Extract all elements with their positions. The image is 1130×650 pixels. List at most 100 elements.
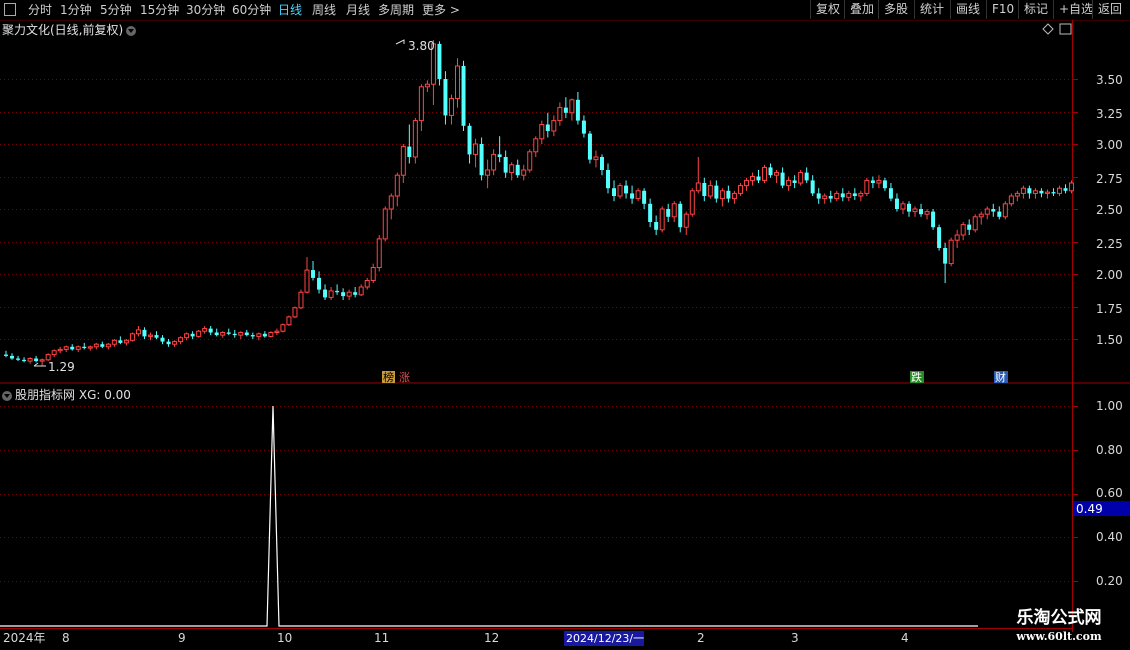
candle-body-51 (311, 270, 316, 278)
y-tick-1.50: 1.50 (1096, 333, 1123, 347)
ind-y-tick-1.00: 1.00 (1096, 399, 1123, 413)
candle-body-124 (749, 176, 755, 181)
event-marker-cai[interactable]: 财 (995, 370, 1006, 384)
watermark-line2: www.60lt.com (1016, 630, 1102, 643)
indicator-grid (0, 406, 1078, 582)
candle-body-122 (737, 185, 743, 194)
candle-body-156 (943, 248, 948, 264)
candle-body-5 (34, 358, 39, 362)
candle-body-39 (238, 332, 244, 336)
x-label-10: 10 (277, 631, 292, 645)
x-label-11: 11 (374, 631, 389, 645)
candle-body-139 (840, 193, 845, 198)
candle-body-41 (250, 335, 255, 337)
candle-body-141 (852, 193, 857, 196)
candle-body-101 (612, 188, 617, 196)
y-tick-2.25: 2.25 (1096, 237, 1123, 251)
candle-body-158 (954, 234, 960, 241)
kline-chart[interactable]: 3.80 1.29 榜 涨 跌 财 3.50 3.25 3.00 2.75 2.… (0, 0, 1130, 650)
candle-body-6 (39, 359, 45, 362)
candle-body-67 (407, 146, 412, 157)
candle-body-45 (274, 330, 280, 334)
candle-body-22 (135, 329, 141, 335)
candle-body-90 (545, 124, 550, 131)
candle-body-26 (160, 337, 165, 342)
candle-body-83 (503, 157, 508, 173)
candle-body-138 (834, 192, 840, 200)
candle-body-103 (624, 185, 629, 194)
candle-body-111 (671, 203, 677, 218)
candle-body-148 (894, 198, 899, 209)
candle-body-176 (1063, 188, 1068, 191)
candle-body-53 (323, 289, 328, 298)
candle-body-58 (353, 292, 358, 295)
candle-body-149 (900, 203, 906, 210)
y-tick-3.00: 3.00 (1096, 138, 1123, 152)
candle-body-64 (388, 195, 394, 210)
candle-body-131 (792, 180, 797, 183)
candle-body-50 (304, 269, 310, 293)
candle-body-27 (166, 341, 171, 345)
candle-body-70 (424, 83, 430, 88)
candle-body-16 (100, 344, 105, 347)
x-label-12: 12 (484, 631, 499, 645)
candle-body-113 (683, 213, 689, 228)
indicator-panel-header: 股朋指标网 XG: 0.00 (2, 386, 131, 402)
candle-body-8 (51, 350, 57, 356)
candle-body-144 (870, 180, 875, 183)
indicator-dropdown-icon[interactable] (2, 390, 12, 401)
candle-body-170 (1027, 188, 1032, 194)
candle-body-102 (617, 185, 623, 197)
candle-body-88 (533, 138, 539, 153)
candle-body-60 (364, 280, 370, 288)
candle-body-63 (382, 208, 388, 240)
candle-body-36 (220, 332, 226, 336)
candle-body-121 (731, 192, 737, 200)
candle-body-130 (786, 179, 792, 187)
low-pointer-icon (33, 362, 46, 367)
candle-body-31 (190, 333, 195, 337)
x-label-9: 9 (178, 631, 186, 645)
panel-toggle-icon[interactable] (1059, 23, 1072, 35)
candle-body-1 (10, 355, 15, 359)
candle-body-52 (317, 277, 322, 290)
cursor-value-label: 0.49 (1076, 502, 1103, 516)
candle-body-133 (804, 172, 809, 181)
title-dropdown-icon[interactable] (126, 25, 137, 36)
candle-body-98 (593, 156, 599, 161)
candle-body-143 (864, 179, 870, 194)
candle-body-129 (780, 172, 785, 186)
candle-body-37 (226, 332, 231, 334)
candle-body-119 (719, 190, 725, 200)
candle-body-0 (4, 354, 8, 356)
event-marker-zhang[interactable]: 涨 (399, 371, 410, 384)
event-marker-bang[interactable]: 榜 (383, 370, 394, 384)
indicator-value: XG: 0.00 (78, 388, 131, 402)
candle-body-110 (666, 209, 671, 217)
candle-body-115 (695, 182, 701, 192)
candle-body-167 (1008, 195, 1014, 205)
candle-body-66 (400, 146, 406, 176)
candle-body-74 (448, 98, 454, 116)
diamond-icon[interactable] (1042, 23, 1054, 35)
event-marker-die[interactable]: 跌 (911, 370, 922, 384)
candle-body-154 (931, 211, 936, 228)
candle-body-134 (810, 180, 815, 194)
y-tick-1.75: 1.75 (1096, 302, 1123, 316)
y-tick-3.25: 3.25 (1096, 107, 1123, 121)
candle-body-174 (1051, 192, 1056, 194)
candle-body-164 (991, 209, 996, 212)
candle-body-55 (335, 290, 340, 293)
candle-body-165 (997, 211, 1002, 217)
candle-body-24 (147, 334, 153, 337)
candle-body-162 (978, 213, 984, 218)
candle-body-68 (412, 120, 418, 158)
candle-body-93 (563, 107, 568, 113)
candle-body-150 (907, 203, 911, 212)
candle-body-92 (557, 107, 563, 122)
candle-body-166 (1002, 203, 1008, 218)
ind-y-tick-0.20: 0.20 (1096, 574, 1123, 588)
candle-body-116 (702, 183, 707, 196)
ind-y-tick-0.60: 0.60 (1096, 486, 1123, 500)
candle-body-29 (178, 337, 184, 343)
